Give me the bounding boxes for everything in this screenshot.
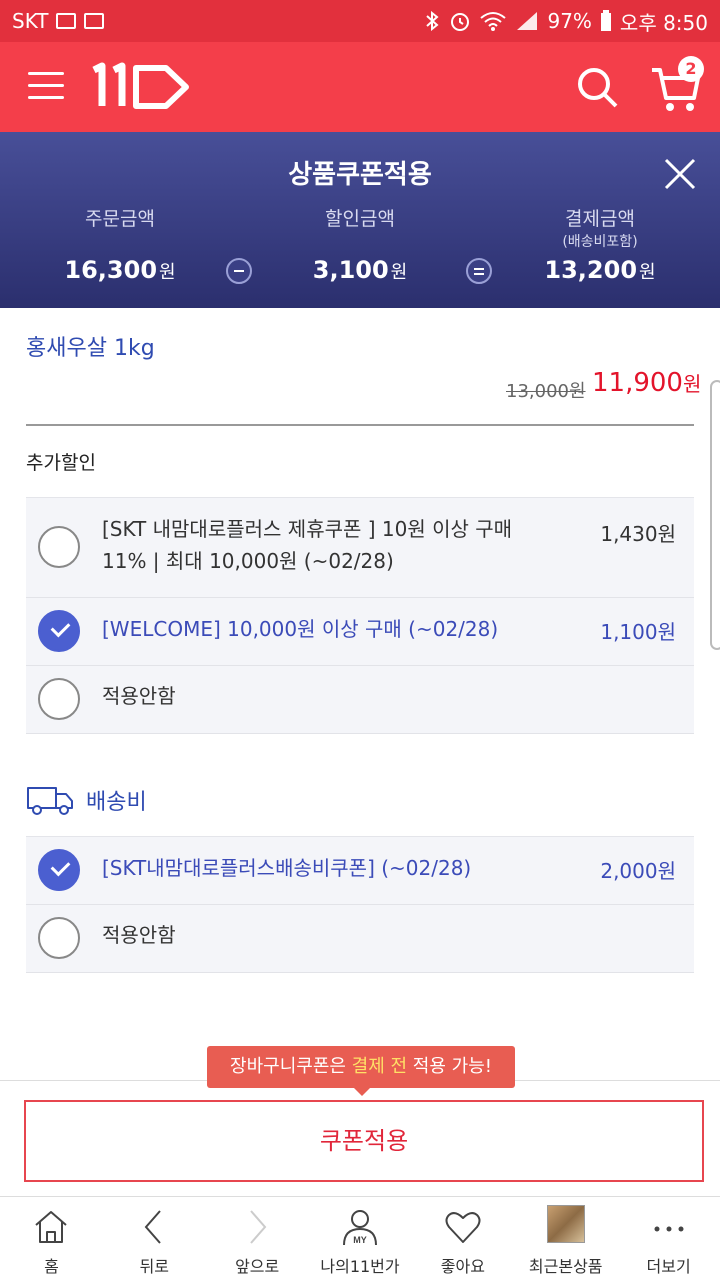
mail-icon	[84, 13, 105, 29]
more-icon	[654, 1226, 684, 1232]
order-amount-column: 주문금액 16,300 원	[20, 204, 220, 284]
coupon-option-text: 적용안함	[102, 684, 176, 708]
discount-amount-value: 3,100 원	[312, 256, 408, 284]
scrollbar[interactable]	[710, 380, 720, 650]
nav-back-label: 뒤로	[139, 1257, 170, 1276]
gallery-icon	[56, 13, 77, 29]
radio-button-checked[interactable]	[38, 610, 80, 652]
equals-icon	[466, 258, 492, 284]
sale-price: 11,900원	[592, 368, 702, 398]
shipping-label: 배송비	[86, 790, 147, 815]
coupon-option-text: [SKT내맘대로플러스배송비쿠폰] (~02/28)	[102, 856, 472, 880]
pay-amount-column: 결제금액 (배송비포함) 13,200 원	[500, 204, 700, 284]
coupon-option[interactable]: 적용안함	[26, 905, 694, 973]
pay-amount-value: 13,200 원	[544, 256, 656, 284]
product-name: 홍새우살 1kg	[26, 336, 155, 361]
back-icon	[144, 1210, 162, 1244]
truck-icon	[27, 787, 73, 815]
cart-coupon-tooltip: 장바구니쿠폰은 결제 전 적용 가능!	[207, 1046, 515, 1088]
coupon-option[interactable]: [SKT내맘대로플러스배송비쿠폰] (~02/28) 2,000원	[26, 837, 694, 905]
radio-button[interactable]	[38, 678, 80, 720]
nav-my11st[interactable]: MY 나의11번가	[309, 1197, 412, 1279]
clock: 오후 8:50	[619, 10, 708, 35]
status-bar: SKT 97% 오후 8:50	[0, 0, 720, 42]
home-icon	[35, 1211, 68, 1243]
wifi-icon	[480, 12, 507, 31]
divider	[26, 424, 694, 426]
my-icon: MY	[343, 1210, 377, 1246]
carrier-label: SKT	[12, 9, 49, 33]
coupon-option[interactable]: 적용안함	[26, 666, 694, 734]
original-price: 13,000원	[506, 381, 586, 402]
nav-like[interactable]: 좋아요	[411, 1197, 514, 1279]
radio-button[interactable]	[38, 917, 80, 959]
forward-icon	[250, 1210, 267, 1244]
nav-home[interactable]: 홈	[0, 1197, 103, 1279]
nav-more[interactable]: 더보기	[617, 1197, 720, 1279]
battery-percent: 97%	[547, 9, 592, 33]
bluetooth-icon	[426, 11, 440, 31]
nav-home-label: 홈	[44, 1257, 59, 1276]
coupon-option-amount: 1,430원	[600, 522, 676, 546]
app-header: 2	[0, 42, 720, 132]
coupon-option-amount: 1,100원	[600, 620, 676, 644]
shipping-options: [SKT내맘대로플러스배송비쿠폰] (~02/28) 2,000원 적용안함	[26, 836, 694, 973]
minus-icon	[226, 258, 252, 284]
coupon-option-text: [WELCOME] 10,000원 이상 구매 (~02/28)	[102, 617, 499, 641]
discount-amount-label: 할인금액	[325, 208, 395, 230]
cart-badge: 2	[678, 56, 704, 82]
tooltip-arrow	[354, 1088, 370, 1096]
extra-discount-label: 추가할인	[26, 452, 96, 474]
bottom-nav: 홈 뒤로 앞으로 MY 나의11번가 좋아요 최근본상품 더보기	[0, 1196, 720, 1279]
apply-coupon-button[interactable]: 쿠폰적용	[24, 1100, 704, 1182]
close-icon[interactable]	[660, 154, 700, 194]
coupon-option[interactable]: [WELCOME] 10,000원 이상 구매 (~02/28) 1,100원	[26, 598, 694, 666]
signal-icon	[517, 12, 538, 30]
nav-my11st-label: 나의11번가	[320, 1257, 400, 1276]
coupon-option[interactable]: [SKT 내맘대로플러스 제휴쿠폰 ] 10원 이상 구매 11% | 최대 1…	[26, 498, 694, 598]
coupon-option-amount: 2,000원	[600, 859, 676, 883]
coupon-option-text: [SKT 내맘대로플러스 제휴쿠폰 ] 10원 이상 구매 11% | 최대 1…	[102, 517, 513, 573]
nav-forward-label: 앞으로	[235, 1257, 280, 1276]
pay-amount-sublabel: (배송비포함)	[562, 234, 638, 250]
heart-icon	[445, 1212, 481, 1243]
recent-product-thumbnail	[546, 1205, 585, 1243]
menu-icon[interactable]	[28, 72, 64, 102]
alarm-icon	[451, 13, 470, 31]
pay-amount-label: 결제금액	[565, 208, 635, 230]
nav-back[interactable]: 뒤로	[103, 1197, 206, 1279]
battery-icon	[600, 10, 611, 31]
svg-text:MY: MY	[353, 1235, 367, 1245]
order-amount-value: 16,300 원	[64, 256, 176, 284]
nav-forward[interactable]: 앞으로	[206, 1197, 309, 1279]
order-amount-label: 주문금액	[85, 208, 155, 230]
radio-button-checked[interactable]	[38, 849, 80, 891]
discount-amount-column: 할인금액 3,100 원	[260, 204, 460, 284]
extra-discount-options: [SKT 내맘대로플러스 제휴쿠폰 ] 10원 이상 구매 11% | 최대 1…	[26, 497, 694, 734]
coupon-summary-panel: 상품쿠폰적용 주문금액 16,300 원 할인금액 3,100 원 결제금액 (배송…	[0, 132, 720, 308]
nav-recent[interactable]: 최근본상품	[514, 1197, 617, 1279]
search-icon[interactable]	[576, 66, 620, 110]
nav-more-label: 더보기	[646, 1257, 691, 1276]
nav-recent-label: 최근본상품	[528, 1257, 603, 1276]
coupon-option-text: 적용안함	[102, 923, 176, 947]
logo-11st[interactable]	[88, 62, 198, 112]
nav-like-label: 좋아요	[440, 1257, 485, 1276]
page-title: 상품쿠폰적용	[288, 160, 432, 190]
radio-button[interactable]	[38, 526, 80, 568]
